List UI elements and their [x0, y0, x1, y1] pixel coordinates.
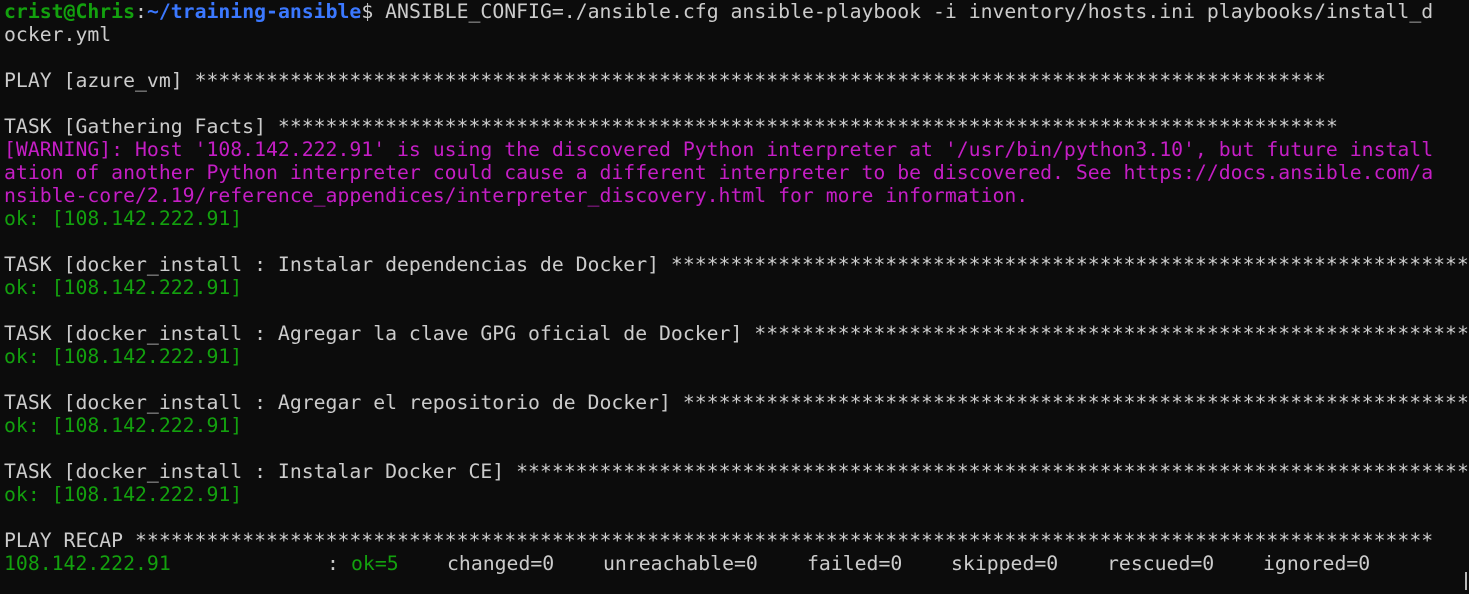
task-header: TASK [docker_install : Agregar la clave …: [4, 322, 1469, 345]
task-result: ok: [108.142.222.91]: [4, 207, 243, 230]
recap-ok: ok=5: [351, 552, 399, 575]
task-result: ok: [108.142.222.91]: [4, 345, 243, 368]
command-line-2: ocker.yml: [4, 23, 1469, 46]
warning-line: [WARNING]: Host '108.142.222.91' is usin…: [4, 138, 1434, 161]
recap-ignored: ignored=0: [1263, 552, 1371, 575]
recap-skipped: skipped=0: [951, 552, 1059, 575]
command-text-wrap: ocker.yml: [4, 23, 112, 46]
recap-header: PLAY RECAP *****************************…: [4, 529, 1434, 552]
warning-line: ation of another Python interpreter coul…: [4, 161, 1434, 184]
scrollbar-thumb[interactable]: [1465, 572, 1467, 590]
prompt-path: ~/training-ansible: [146, 0, 362, 23]
task-header: TASK [docker_install : Instalar Docker C…: [4, 460, 1469, 483]
task-result: ok: [108.142.222.91]: [4, 276, 243, 299]
warning-line: nsible-core/2.19/reference_appendices/in…: [4, 184, 1029, 207]
recap-changed: changed=0: [447, 552, 555, 575]
recap-unreachable: unreachable=0: [603, 552, 758, 575]
recap-colon: :: [327, 552, 339, 575]
task-header: TASK [docker_install : Agregar el reposi…: [4, 391, 1469, 414]
recap-rescued: rescued=0: [1107, 552, 1215, 575]
command-line-1: crist@Chris:~/training-ansible$ ANSIBLE_…: [4, 0, 1434, 23]
command-text: ANSIBLE_CONFIG=./ansible.cfg ansible-pla…: [373, 0, 1434, 23]
task-header: TASK [Gathering Facts] *****************…: [4, 115, 1338, 138]
recap-row: 108.142.222.91: ok=5 changed=0 unreachable=…: [4, 552, 1469, 575]
terminal-window[interactable]: crist@Chris: ~/training-ansible$ ANSIBLE_…: [0, 0, 1469, 594]
prompt-user-host: crist@Chris: [4, 0, 136, 23]
recap-failed: failed=0: [807, 552, 903, 575]
recap-host: 108.142.222.91: [4, 552, 171, 575]
prompt-symbol: $: [361, 0, 374, 23]
task-result: ok: [108.142.222.91]: [4, 414, 243, 437]
play-header: PLAY [azure_vm] ************************…: [4, 69, 1326, 92]
task-header: TASK [docker_install : Instalar dependen…: [4, 253, 1469, 276]
task-result: ok: [108.142.222.91]: [4, 483, 243, 506]
